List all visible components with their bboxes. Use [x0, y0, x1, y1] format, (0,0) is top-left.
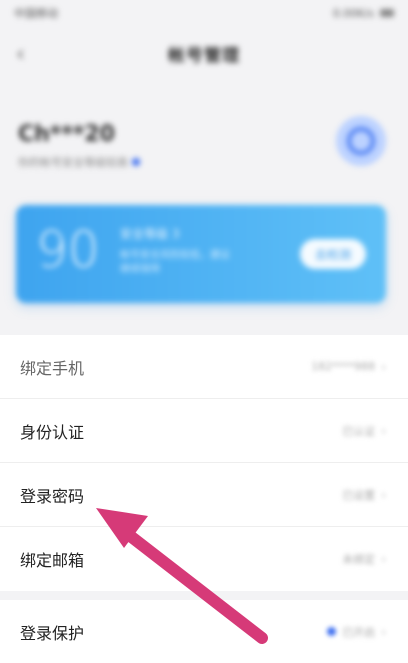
battery-icon [380, 9, 394, 17]
account-management-page: 中国移动 0.00K/s ‹ 帐号管理 Ch***20 你的帐号安全等级较高 9… [0, 0, 408, 663]
username: Ch***20 [18, 122, 115, 147]
check-security-button[interactable]: 去检测 [300, 239, 366, 269]
settings-row-label: 登录密码 [20, 486, 85, 506]
settings-row-label: 登录保护 [20, 623, 85, 643]
settings-row-value: 182****988 › [311, 360, 386, 374]
settings-list-secondary: 登录保护 已开启 › [0, 600, 408, 663]
settings-row-label: 身份认证 [20, 422, 85, 442]
settings-row-value-text: 已开启 [342, 625, 376, 639]
settings-row-identity[interactable]: 身份认证 已认证 › [0, 399, 408, 463]
settings-row-value-text: 已设置 [342, 488, 376, 502]
settings-row-label: 绑定邮箱 [20, 551, 85, 570]
settings-row-label: 绑定手机 [20, 358, 85, 378]
chevron-right-icon: › [381, 359, 386, 374]
status-dot-icon [327, 627, 337, 636]
settings-row-bind-phone[interactable]: 绑定手机 182****988 › [0, 335, 408, 399]
settings-row-value-text: 已认证 [342, 424, 376, 438]
security-description: 帐号安全风险较低，建议 继续保持 [120, 249, 230, 277]
settings-row-value: 已认证 › [342, 423, 386, 439]
status-icons: 0.00K/s [333, 7, 394, 20]
settings-row-bind-email[interactable]: 绑定邮箱 未绑定 › [0, 527, 408, 591]
chevron-right-icon: › [381, 487, 386, 502]
network-speed: 0.00K/s [332, 6, 374, 20]
settings-row-value-text: 未绑定 [342, 553, 376, 566]
status-bar: 中国移动 0.00K/s [0, 0, 408, 26]
info-dot-icon [132, 158, 140, 166]
header: ‹ 帐号管理 [0, 26, 408, 80]
profile-section: Ch***20 你的帐号安全等级较高 [0, 92, 408, 188]
security-subline: 你的帐号安全等级较高 [18, 154, 140, 170]
settings-row-value: 未绑定 › [342, 551, 386, 567]
page-title: 帐号管理 [168, 45, 240, 66]
settings-row-login-password[interactable]: 登录密码 已设置 › [0, 463, 408, 527]
user-avatar-icon [347, 127, 375, 155]
security-level: 安全等级 3 [120, 227, 180, 241]
security-score: 90 [36, 221, 100, 279]
settings-row-value-text: 182****988 [311, 360, 376, 373]
security-score-card[interactable]: 90 安全等级 3 帐号安全风险较低，建议 继续保持 去检测 [16, 205, 386, 303]
settings-row-value: 已设置 › [342, 487, 386, 503]
chevron-left-icon[interactable]: ‹ [16, 42, 25, 67]
avatar[interactable] [336, 116, 386, 166]
chevron-right-icon: › [381, 552, 386, 566]
settings-row-value: 已开启 › [327, 624, 386, 640]
security-description-line1: 帐号安全风险较低，建议 [120, 250, 230, 261]
chevron-right-icon: › [381, 624, 386, 639]
settings-row-login-protection[interactable]: 登录保护 已开启 › [0, 600, 408, 663]
carrier-label: 中国移动 [14, 7, 58, 20]
chevron-right-icon: › [381, 423, 386, 438]
security-subline-text: 你的帐号安全等级较高 [18, 156, 128, 169]
security-description-line2: 继续保持 [120, 264, 160, 275]
settings-list: 绑定手机 182****988 › 身份认证 已认证 › 登录密码 已设置 › … [0, 335, 408, 591]
